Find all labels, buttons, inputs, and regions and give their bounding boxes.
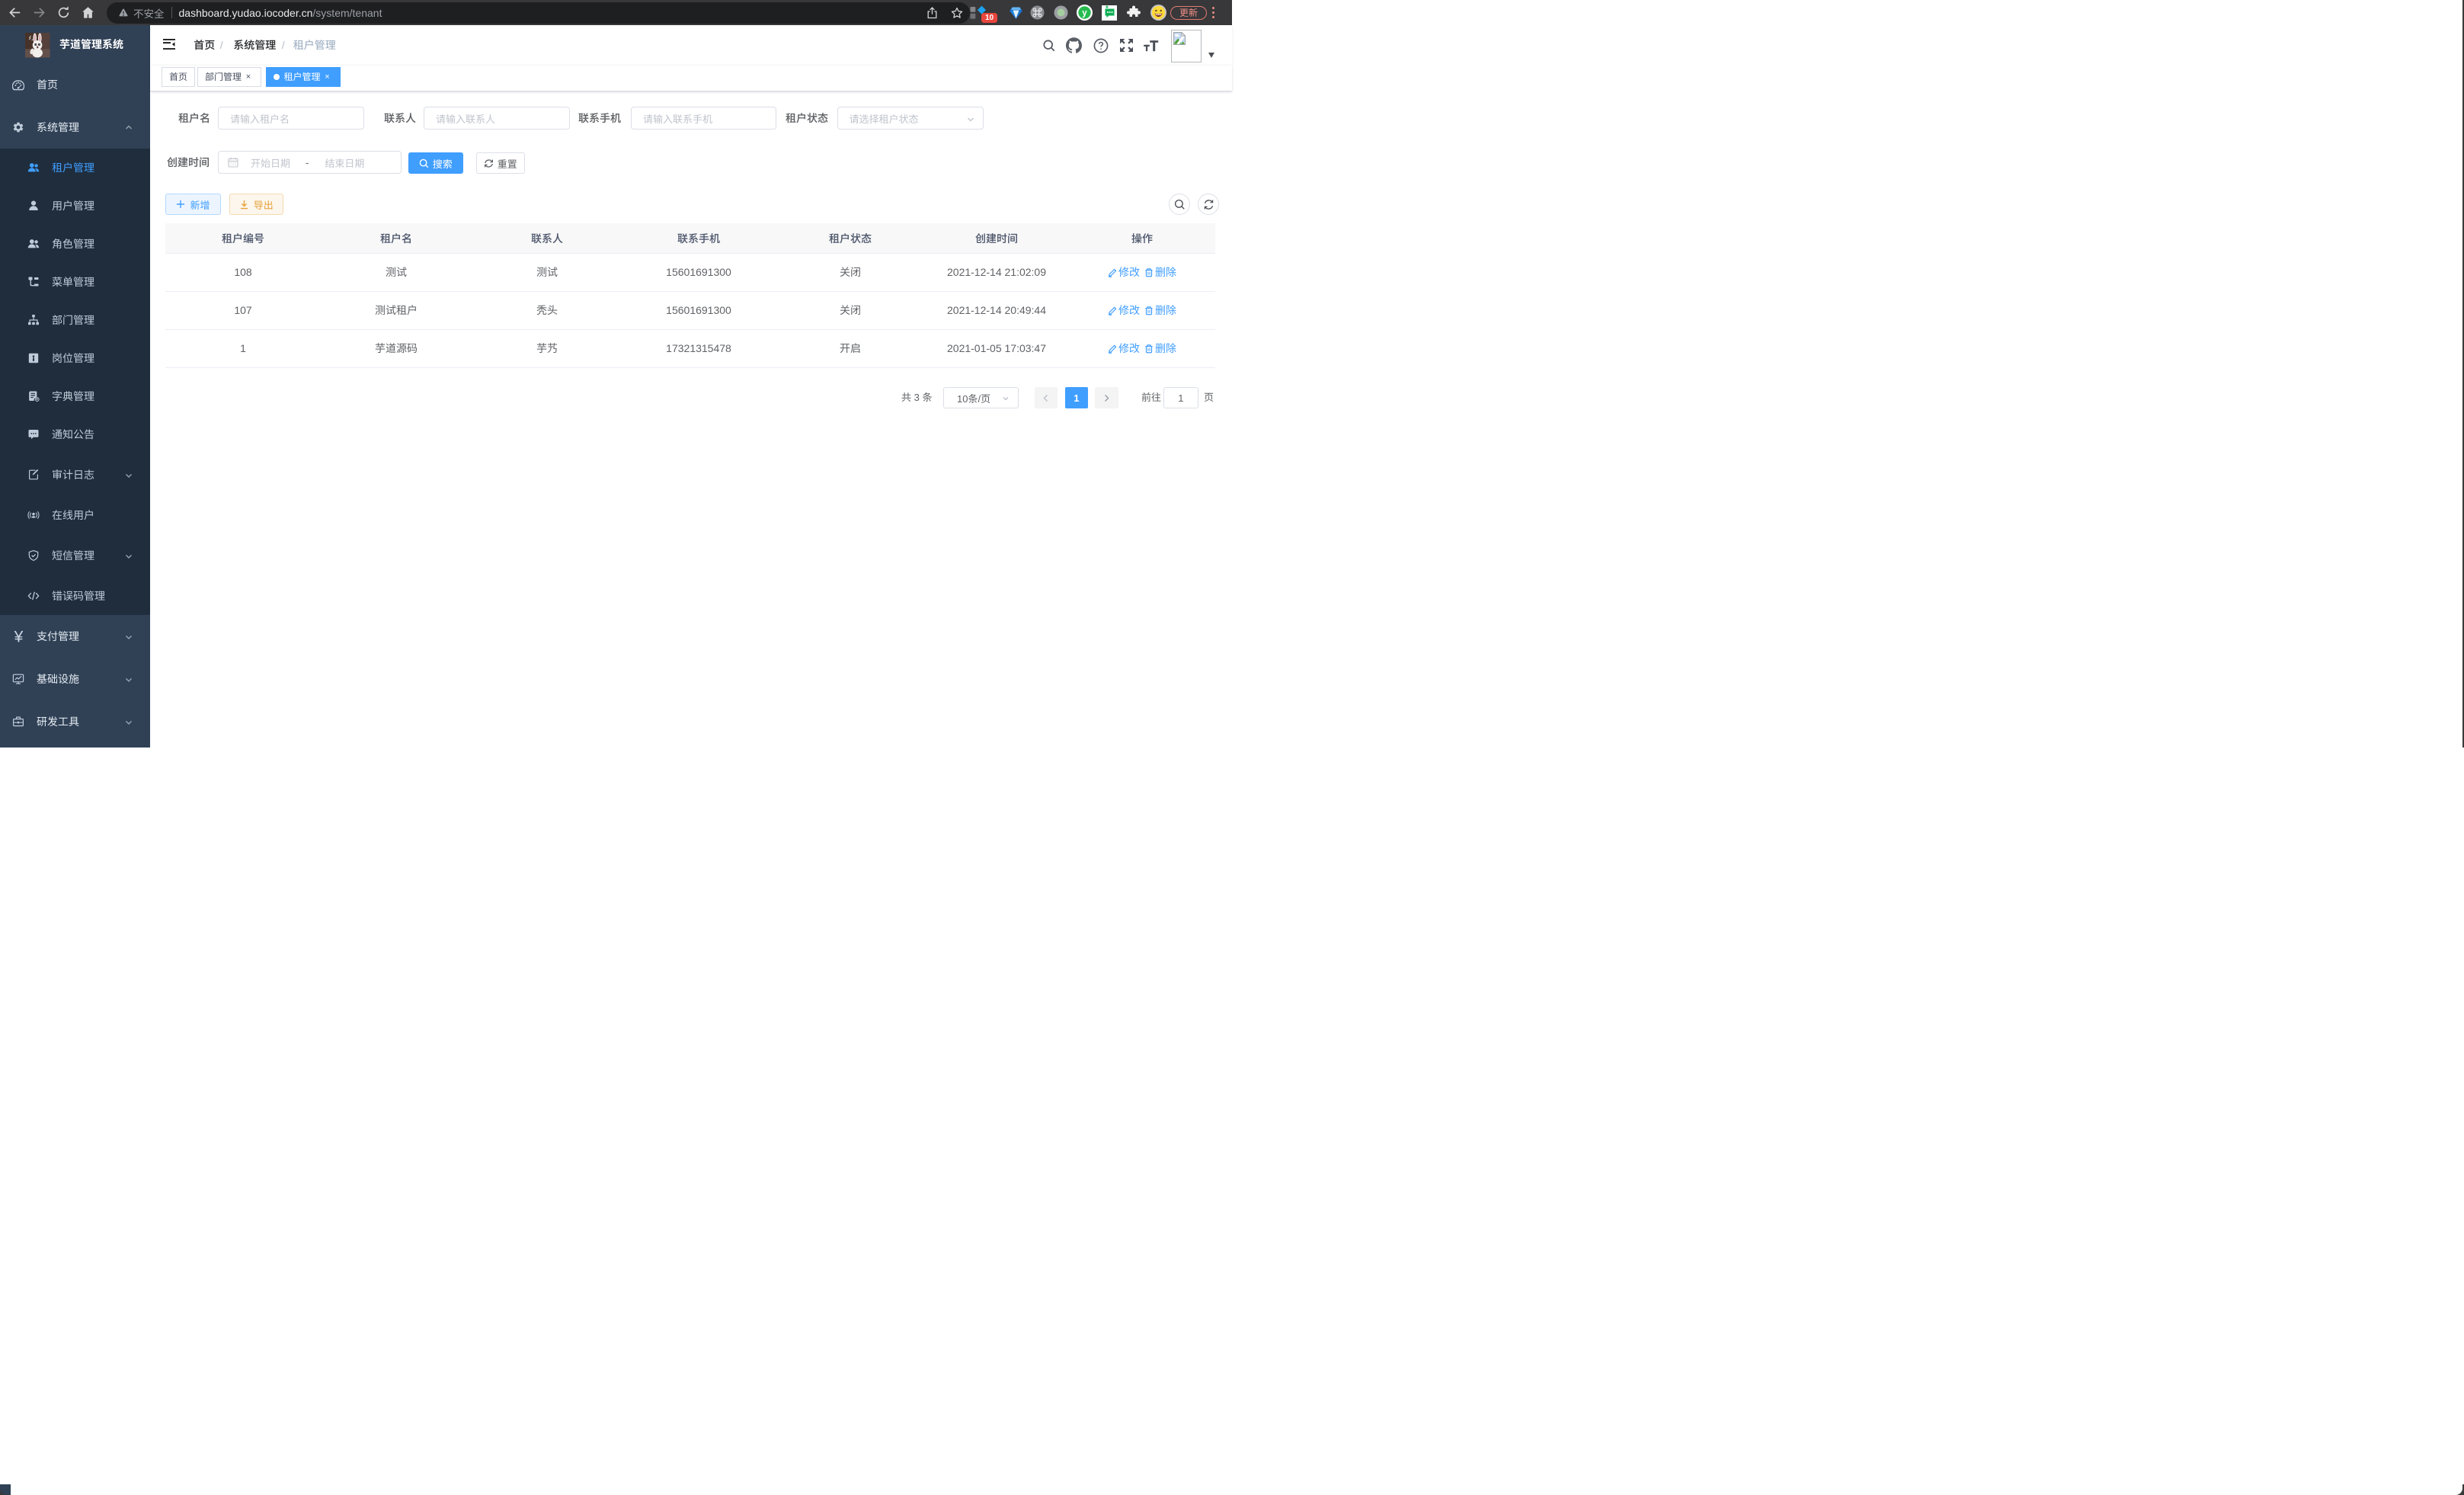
svg-text:¥: ¥ [13, 629, 23, 645]
svg-text:y: y [1082, 9, 1087, 18]
